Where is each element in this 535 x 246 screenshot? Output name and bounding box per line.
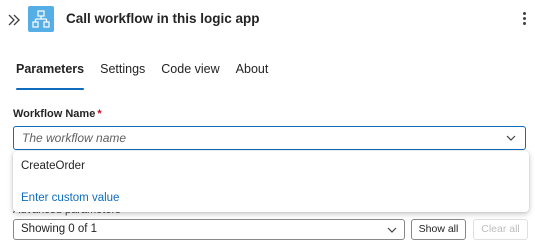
tab-parameters[interactable]: Parameters <box>8 58 92 90</box>
panel-title: Call workflow in this logic app <box>66 11 260 26</box>
workflow-name-combobox[interactable] <box>13 126 526 150</box>
workflow-name-label-text: Workflow Name <box>13 108 96 120</box>
more-options-button[interactable] <box>517 10 531 30</box>
workflow-name-dropdown: CreateOrder Enter custom value <box>13 151 529 212</box>
chevron-double-right-icon <box>8 14 20 26</box>
clear-all-button[interactable]: Clear all <box>473 219 528 240</box>
collapse-panel-button[interactable] <box>6 12 22 28</box>
required-mark: * <box>97 108 102 120</box>
workflow-name-label: Workflow Name * <box>13 108 102 120</box>
more-vertical-icon <box>522 12 526 15</box>
panel-header: Call workflow in this logic app <box>0 0 535 44</box>
show-all-button[interactable]: Show all <box>411 219 466 240</box>
tab-about[interactable]: About <box>228 58 277 88</box>
tab-settings[interactable]: Settings <box>92 58 153 88</box>
tab-code-view[interactable]: Code view <box>153 58 227 88</box>
advanced-parameters-value: Showing 0 of 1 <box>21 223 98 235</box>
advanced-parameters-select[interactable]: Showing 0 of 1 <box>13 219 405 240</box>
workflow-name-input[interactable] <box>22 130 492 146</box>
enter-custom-value-option[interactable]: Enter custom value <box>21 192 119 204</box>
tab-bar: Parameters Settings Code view About <box>8 58 277 90</box>
chevron-down-icon[interactable] <box>505 132 517 144</box>
workflow-action-panel: Call workflow in this logic app Paramete… <box>0 0 535 246</box>
workflow-icon <box>28 6 54 32</box>
option-createorder[interactable]: CreateOrder <box>21 160 85 172</box>
chevron-down-icon <box>387 227 397 233</box>
